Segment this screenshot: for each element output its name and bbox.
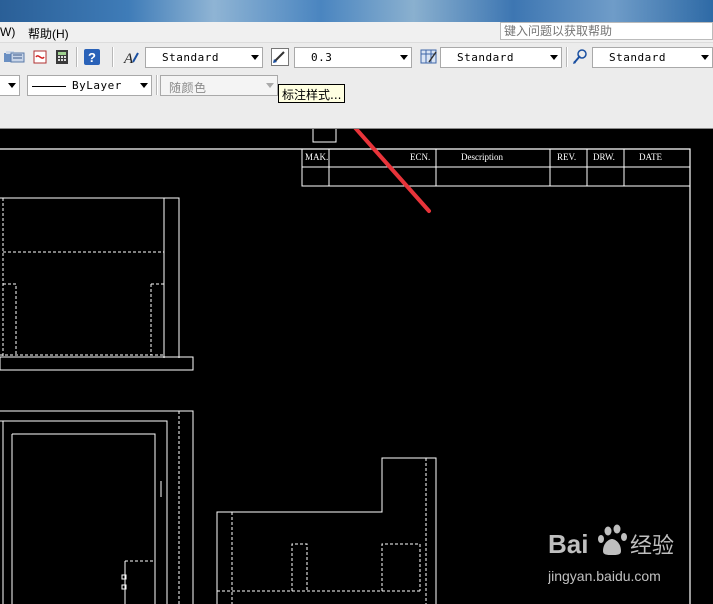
chevron-down-icon xyxy=(251,55,259,60)
tool-palette-icon[interactable] xyxy=(8,47,28,67)
multileader-style-icon[interactable] xyxy=(570,47,590,67)
multileader-style-combo[interactable]: Standard xyxy=(592,47,713,68)
properties-toolbar: ByLayer 随颜色 xyxy=(0,71,713,99)
revision-table: MAK. ECN. Description REV. DRW. DATE xyxy=(301,148,691,187)
table-style-icon[interactable] xyxy=(419,47,439,67)
part-view-side xyxy=(216,457,437,604)
part-view-bottom xyxy=(0,410,194,604)
text-style-value: Standard xyxy=(162,51,219,64)
header-drw: DRW. xyxy=(593,152,615,162)
tooltip: 标注样式... xyxy=(278,84,346,103)
linetype-combo[interactable]: ByLayer xyxy=(27,75,152,96)
header-ecn: ECN. xyxy=(410,152,430,162)
menu-item-help[interactable]: 帮助(H) xyxy=(28,25,69,42)
baidu-jingyan-watermark: Bai 经验 jingyan.baidu.com xyxy=(548,524,674,584)
chevron-down-icon xyxy=(550,55,558,60)
svg-text:?: ? xyxy=(88,50,96,65)
viewport-marker xyxy=(312,129,337,143)
watermark-url: jingyan.baidu.com xyxy=(548,568,661,584)
linetype-value: ByLayer xyxy=(72,79,122,92)
table-style-value: Standard xyxy=(457,51,514,64)
watermark-brand-right: 经验 xyxy=(630,534,674,559)
table-style-combo[interactable]: Standard xyxy=(440,47,562,68)
text-style-combo[interactable]: Standard xyxy=(145,47,263,68)
chevron-down-icon xyxy=(400,55,408,60)
toolbar-dock-area xyxy=(0,99,713,129)
menu-item-window[interactable]: W) xyxy=(0,25,15,39)
markup-set-icon[interactable] xyxy=(30,47,50,67)
text-style-icon[interactable]: A xyxy=(121,47,141,67)
line-weight-value: 0.3 xyxy=(311,51,333,64)
window-title-bar xyxy=(0,0,713,22)
layer-combo-tail[interactable] xyxy=(0,75,20,96)
line-sample xyxy=(32,85,66,87)
color-value: 随颜色 xyxy=(169,81,207,95)
chevron-down-icon xyxy=(266,83,274,88)
part-view-top xyxy=(0,197,194,371)
help-icon[interactable]: ? xyxy=(82,47,102,67)
chevron-down-icon xyxy=(701,55,709,60)
annotation-arrow xyxy=(353,129,431,213)
calculator-icon[interactable] xyxy=(52,47,72,67)
line-weight-combo[interactable]: 0.3 xyxy=(294,47,412,68)
color-combo[interactable]: 随颜色 xyxy=(160,75,278,96)
dimension-style-icon[interactable] xyxy=(270,47,290,67)
header-description: Description xyxy=(461,152,503,162)
svg-text:A: A xyxy=(123,51,134,66)
chevron-down-icon xyxy=(140,83,148,88)
chevron-down-icon xyxy=(8,83,16,88)
multileader-style-value: Standard xyxy=(609,51,666,64)
header-rev: REV. xyxy=(557,152,576,162)
help-search-input[interactable] xyxy=(500,22,713,40)
watermark-brand-left: Bai xyxy=(548,529,588,559)
header-mak: MAK. xyxy=(305,152,328,162)
styles-toolbar: ? A Standard 0.3 Standard Standard xyxy=(0,43,713,72)
paw-icon xyxy=(598,524,627,555)
header-date: DATE xyxy=(639,152,662,162)
